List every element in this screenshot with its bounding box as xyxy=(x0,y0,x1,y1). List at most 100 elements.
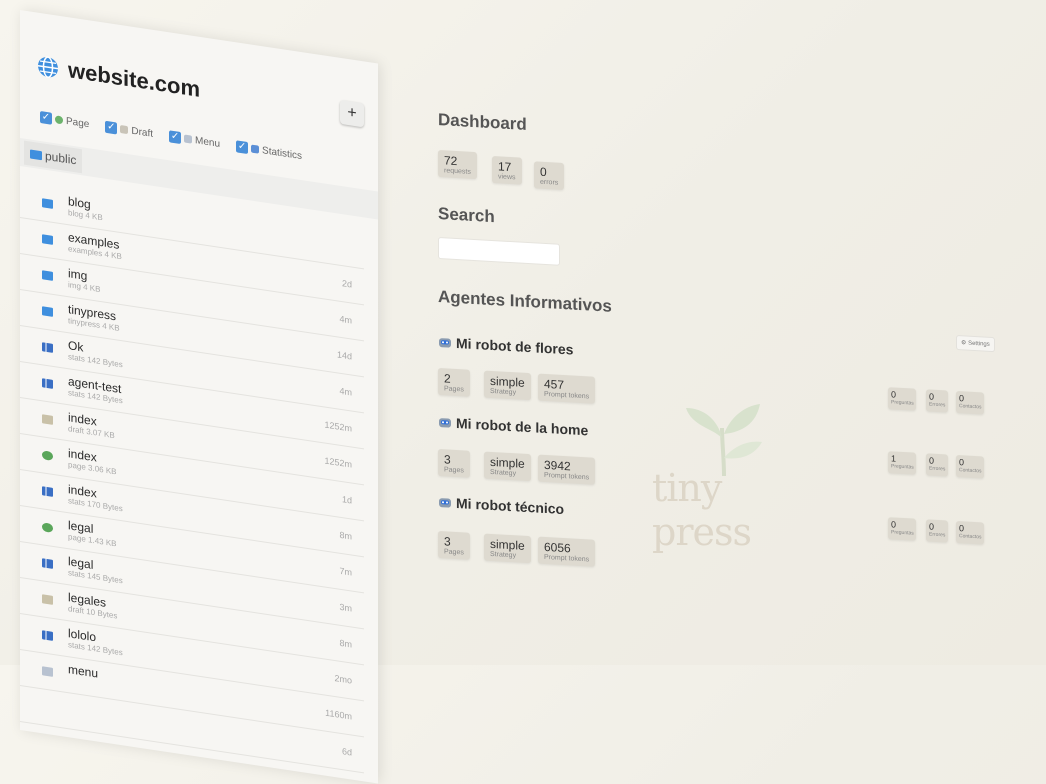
stat-label: Preguntas xyxy=(891,399,914,407)
file-meta: blog 4 KB xyxy=(68,208,103,223)
stat-label: Contactos xyxy=(959,403,982,411)
file-time: 2mo xyxy=(334,673,352,686)
settings-button[interactable]: ⚙ Settings xyxy=(956,334,995,353)
filter-draft[interactable]: ✓ Draft xyxy=(105,120,154,140)
page-icon xyxy=(42,522,53,533)
file-time: 4m xyxy=(339,385,352,398)
filter-label: Draft xyxy=(131,125,154,140)
stat-views: 17 views xyxy=(492,156,522,185)
robot-icon xyxy=(439,338,451,348)
breadcrumb-public[interactable]: public xyxy=(24,140,83,174)
folder-icon xyxy=(42,270,53,281)
folder-icon xyxy=(42,234,53,245)
file-meta: img 4 KB xyxy=(68,280,101,295)
agent-stat-pages: 3 Pages xyxy=(438,449,470,478)
file-meta: stats 142 Bytes xyxy=(68,352,123,370)
checkbox-icon[interactable]: ✓ xyxy=(236,140,249,155)
stat-label: Prompt tokens xyxy=(544,553,590,564)
stat-label: errors xyxy=(540,178,559,187)
file-time: 4m xyxy=(339,313,352,326)
search-title: Search xyxy=(438,204,495,227)
agent-stat-errors: 0 Errores xyxy=(926,453,948,477)
agent-name: Mi robot de flores xyxy=(456,335,574,358)
stat-label: Contactos xyxy=(959,533,982,541)
settings-label: Settings xyxy=(968,340,990,348)
agent-stat-questions: 0 Preguntas xyxy=(888,387,916,411)
stat-label: Errores xyxy=(929,465,946,473)
file-time: 1160m xyxy=(325,707,352,722)
file-list: blog blog 4 KB examples examples 4 KB 2d… xyxy=(20,182,364,774)
page-icon xyxy=(42,450,53,461)
stat-label: Preguntas xyxy=(891,463,914,471)
agent-stat-errors: 0 Errores xyxy=(926,389,948,413)
stat-label: Errores xyxy=(929,401,946,409)
file-time: 1252m xyxy=(324,455,352,470)
filter-statistics[interactable]: ✓ Statistics xyxy=(236,140,302,162)
file-time: 8m xyxy=(339,637,352,650)
filter-label: Statistics xyxy=(262,144,303,162)
agent-stat-tokens: 3942 Prompt tokens xyxy=(538,454,596,485)
checkbox-icon[interactable]: ✓ xyxy=(40,110,52,125)
breadcrumb-label: public xyxy=(45,148,77,168)
main-content: Dashboard 72 requests 17 views 0 errors … xyxy=(438,110,998,661)
gear-icon: ⚙ xyxy=(961,340,967,347)
file-time: 8m xyxy=(339,529,352,542)
folder-icon xyxy=(42,306,53,317)
checkbox-icon[interactable]: ✓ xyxy=(169,130,182,145)
stats-icon xyxy=(42,342,53,353)
filter-menu[interactable]: ✓ Menu xyxy=(169,130,220,150)
agent-title[interactable]: Mi robot de flores xyxy=(438,334,573,358)
stat-value: 3 xyxy=(444,452,451,467)
agent-name: Mi robot de la home xyxy=(456,415,589,439)
stats-icon xyxy=(42,486,53,497)
agent-stat-contacts: 0 Contactos xyxy=(956,520,984,545)
stat-label: requests xyxy=(444,167,471,176)
file-time: 2d xyxy=(341,278,352,290)
agent-stat-questions: 0 Preguntas xyxy=(888,517,916,541)
stat-value: 0 xyxy=(540,164,547,180)
folder-icon xyxy=(42,198,53,209)
menu-icon xyxy=(42,666,53,677)
stat-errors: 0 errors xyxy=(534,161,565,191)
stats-icon xyxy=(42,558,53,569)
agent-stat-strategy: simple Strategy xyxy=(484,533,531,564)
dashboard-title: Dashboard xyxy=(438,110,527,134)
agent-stat-pages: 2 Pages xyxy=(438,368,470,397)
draft-icon xyxy=(42,414,53,425)
agent-stat-tokens: 457 Prompt tokens xyxy=(538,373,596,404)
stat-label: views xyxy=(498,173,516,182)
search-input[interactable] xyxy=(438,237,560,266)
checkbox-icon[interactable]: ✓ xyxy=(105,120,118,135)
file-time: 1d xyxy=(341,494,352,506)
file-time: 3m xyxy=(339,601,352,614)
stat-label: Pages xyxy=(444,385,464,394)
file-time: 14d xyxy=(336,349,352,362)
agents-title: Agentes Informativos xyxy=(438,287,612,316)
agent-stat-errors: 0 Errores xyxy=(926,519,948,543)
add-button[interactable]: + xyxy=(340,99,364,128)
agent-title[interactable]: Mi robot técnico xyxy=(438,494,564,517)
stat-value: 17 xyxy=(498,159,512,175)
stat-label: Prompt tokens xyxy=(544,471,590,482)
agent-stat-contacts: 0 Contactos xyxy=(956,454,984,479)
agent-stat-questions: 1 Preguntas xyxy=(888,451,916,475)
draft-icon xyxy=(42,594,53,605)
stat-label: Contactos xyxy=(959,467,982,475)
stats-icon xyxy=(251,144,260,154)
file-sidebar: website.com + ✓ Page ✓ Draft ✓ Menu ✓ St… xyxy=(20,10,378,784)
stat-label: Pages xyxy=(444,466,464,475)
stats-icon xyxy=(42,378,53,389)
stat-label: Pages xyxy=(444,548,464,557)
agent-name: Mi robot técnico xyxy=(456,495,565,518)
file-time: 7m xyxy=(339,565,352,578)
page-icon xyxy=(55,115,63,125)
site-header: website.com xyxy=(36,52,200,103)
agent-stat-pages: 3 Pages xyxy=(438,531,470,560)
agent-title[interactable]: Mi robot de la home xyxy=(438,414,588,438)
filter-page[interactable]: ✓ Page xyxy=(40,110,89,130)
stat-requests: 72 requests xyxy=(438,150,477,180)
folder-icon xyxy=(30,148,42,160)
robot-icon xyxy=(439,418,451,428)
stats-icon xyxy=(42,630,53,641)
agent-stat-tokens: 6056 Prompt tokens xyxy=(538,536,596,567)
